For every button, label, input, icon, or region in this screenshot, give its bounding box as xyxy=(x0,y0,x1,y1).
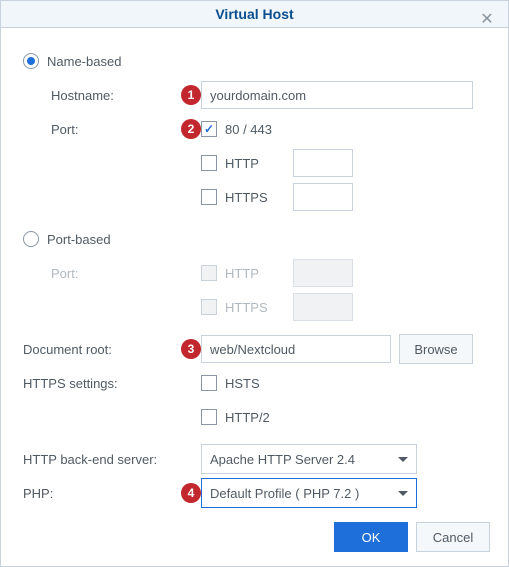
dialog-title: Virtual Host xyxy=(215,6,293,22)
cancel-button[interactable]: Cancel xyxy=(416,522,490,552)
name-http-port-input[interactable] xyxy=(293,149,353,177)
port-any-label: 80 / 443 xyxy=(225,122,272,137)
port-label: Port: xyxy=(51,122,78,137)
docroot-label: Document root: xyxy=(23,342,112,357)
docroot-input[interactable] xyxy=(201,335,391,363)
https-settings-label: HTTPS settings: xyxy=(23,376,118,391)
badge-2: 2 xyxy=(181,119,201,139)
port-any-checkbox[interactable] xyxy=(201,121,217,137)
name-based-label: Name-based xyxy=(47,54,121,69)
port-http-port-input xyxy=(293,259,353,287)
php-value: Default Profile ( PHP 7.2 ) xyxy=(210,486,359,501)
port-https-port-input xyxy=(293,293,353,321)
name-https-checkbox[interactable] xyxy=(201,189,217,205)
php-label: PHP: xyxy=(23,486,53,501)
port-based-port-label: Port: xyxy=(51,266,78,281)
virtual-host-dialog: Virtual Host ✕ Name-based Hostname: 1 Po… xyxy=(0,0,509,567)
port-based-radio[interactable] xyxy=(23,231,39,247)
badge-1: 1 xyxy=(181,85,201,105)
name-http-label: HTTP xyxy=(225,156,285,171)
php-select[interactable]: Default Profile ( PHP 7.2 ) xyxy=(201,478,417,508)
backend-label: HTTP back-end server: xyxy=(23,452,157,467)
hostname-label: Hostname: xyxy=(51,88,114,103)
hsts-label: HSTS xyxy=(225,376,260,391)
http2-checkbox[interactable] xyxy=(201,409,217,425)
port-http-label: HTTP xyxy=(225,266,285,281)
dialog-footer: OK Cancel xyxy=(1,522,508,566)
chevron-down-icon xyxy=(398,457,408,462)
hostname-input[interactable] xyxy=(201,81,473,109)
titlebar: Virtual Host ✕ xyxy=(1,1,508,28)
badge-3: 3 xyxy=(181,339,201,359)
name-https-label: HTTPS xyxy=(225,190,285,205)
name-http-checkbox[interactable] xyxy=(201,155,217,171)
http2-label: HTTP/2 xyxy=(225,410,270,425)
close-icon[interactable]: ✕ xyxy=(476,9,498,31)
port-based-label: Port-based xyxy=(47,232,111,247)
backend-value: Apache HTTP Server 2.4 xyxy=(210,452,355,467)
backend-select[interactable]: Apache HTTP Server 2.4 xyxy=(201,444,417,474)
name-based-radio[interactable] xyxy=(23,53,39,69)
browse-button[interactable]: Browse xyxy=(399,334,473,364)
badge-4: 4 xyxy=(181,483,201,503)
name-https-port-input[interactable] xyxy=(293,183,353,211)
chevron-down-icon xyxy=(398,491,408,496)
port-https-label: HTTPS xyxy=(225,300,285,315)
port-http-checkbox xyxy=(201,265,217,281)
ok-button[interactable]: OK xyxy=(334,522,408,552)
port-https-checkbox xyxy=(201,299,217,315)
dialog-content: Name-based Hostname: 1 Port: 2 80 / 443 xyxy=(1,28,508,522)
hsts-checkbox[interactable] xyxy=(201,375,217,391)
